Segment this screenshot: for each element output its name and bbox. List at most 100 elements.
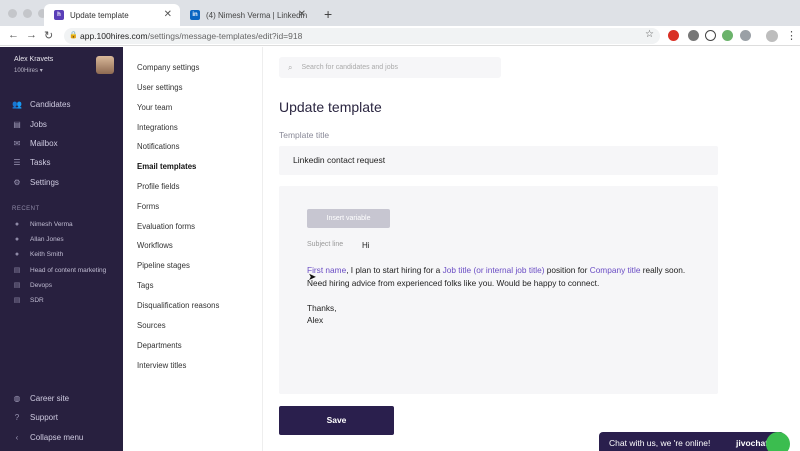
- sidebar-item-candidates[interactable]: 👥 Candidates: [12, 100, 70, 109]
- star-icon[interactable]: ☆: [645, 29, 654, 40]
- variable-company-title[interactable]: Company title: [590, 265, 641, 275]
- recent-item[interactable]: ● Keith Smith: [12, 251, 63, 258]
- recent-item[interactable]: ▤ SDR: [12, 296, 44, 305]
- list-icon: ☰: [13, 158, 21, 167]
- recent-item-label: Nimesh Verma: [30, 221, 73, 228]
- sidebar-item-career-site[interactable]: ◍ Career site: [12, 394, 70, 403]
- menu-item-pipeline-stages[interactable]: Pipeline stages: [137, 261, 190, 270]
- menu-item-email-templates[interactable]: Email templates: [137, 162, 196, 171]
- recent-item[interactable]: ● Allan Jones: [12, 236, 64, 243]
- sidebar-item-label: Support: [30, 413, 59, 422]
- people-icon: 👥: [12, 100, 22, 109]
- search-input[interactable]: ⌕ Search for candidates and jobs: [279, 57, 501, 78]
- recent-item[interactable]: ▤ Head of content marketing: [12, 266, 107, 275]
- sidebar-item-label: Mailbox: [30, 139, 58, 148]
- new-tab-button[interactable]: +: [324, 6, 332, 22]
- close-tab-icon[interactable]: ✕: [298, 9, 306, 20]
- linkedin-icon: in: [190, 10, 200, 20]
- menu-item-profile-fields[interactable]: Profile fields: [137, 182, 179, 191]
- person-icon: ●: [14, 251, 20, 258]
- extension-icon[interactable]: [740, 30, 751, 41]
- sidebar-item-mailbox[interactable]: ✉ Mailbox: [12, 139, 58, 148]
- close-tab-icon[interactable]: ✕: [164, 9, 172, 20]
- tab-linkedin[interactable]: in (4) Nimesh Verma | LinkedIn ✕: [180, 4, 314, 26]
- recent-item-label: Allan Jones: [30, 236, 64, 243]
- browser-tab-bar: h Update template ✕ in (4) Nimesh Verma …: [0, 0, 800, 26]
- save-button[interactable]: Save: [279, 406, 394, 435]
- org-name: 100Hires: [14, 68, 39, 74]
- lock-icon: 🔒: [69, 32, 78, 39]
- recent-item[interactable]: ▤ Devops: [12, 281, 52, 290]
- subject-line-input[interactable]: Hi: [362, 241, 370, 250]
- sidebar-item-label: Settings: [30, 178, 59, 187]
- url-path: /settings/message-templates/edit?id=918: [147, 31, 303, 41]
- sidebar-item-label: Candidates: [30, 100, 71, 109]
- org-switcher[interactable]: 100Hires ▾: [14, 67, 43, 74]
- menu-item-integrations[interactable]: Integrations: [137, 123, 178, 132]
- back-icon[interactable]: ←: [8, 29, 19, 41]
- menu-item-workflows[interactable]: Workflows: [137, 241, 173, 250]
- subject-line-label: Subject line: [307, 241, 344, 248]
- template-title-input[interactable]: Linkedin contact request: [279, 146, 718, 175]
- document-icon: ▤: [13, 297, 21, 304]
- help-icon: ?: [14, 413, 20, 422]
- collapse-menu-button[interactable]: ‹ Collapse menu: [12, 433, 84, 442]
- forward-icon[interactable]: →: [26, 29, 37, 41]
- tab-update-template[interactable]: h Update template ✕: [44, 4, 180, 26]
- menu-item-interview-titles[interactable]: Interview titles: [137, 361, 186, 370]
- template-editor[interactable]: Insert variable Subject line Hi First na…: [279, 186, 718, 394]
- variable-job-title[interactable]: Job title (or internal job title): [443, 265, 545, 275]
- menu-item-disqualification-reasons[interactable]: Disqualification reasons: [137, 301, 219, 310]
- sidebar-item-label: Jobs: [30, 120, 47, 129]
- jivochat-logo: jivochat: [736, 438, 769, 448]
- chevron-left-icon: ‹: [15, 433, 19, 442]
- sign-off: Thanks,: [307, 302, 337, 313]
- chat-launcher-icon[interactable]: [766, 432, 790, 451]
- recent-item[interactable]: ● Nimesh Verma: [12, 221, 73, 228]
- 100hires-icon: h: [54, 10, 64, 20]
- user-name[interactable]: Alex Kravets: [14, 56, 53, 63]
- sidebar-item-settings[interactable]: ⚙ Settings: [12, 178, 59, 187]
- extension-icon[interactable]: [688, 30, 699, 41]
- menu-item-your-team[interactable]: Your team: [137, 103, 172, 112]
- settings-menu: Company settings User settings Your team…: [123, 47, 263, 451]
- gear-icon: ⚙: [13, 178, 21, 187]
- template-title-label: Template title: [279, 130, 330, 140]
- menu-item-tags[interactable]: Tags: [137, 281, 153, 290]
- chat-widget[interactable]: Chat with us, we 're online! jivochat: [599, 432, 784, 451]
- mouse-cursor-icon: ➤: [308, 272, 317, 283]
- extension-icon[interactable]: [722, 30, 733, 41]
- person-icon: ●: [14, 236, 20, 243]
- sidebar-item-tasks[interactable]: ☰ Tasks: [12, 158, 50, 167]
- url-field[interactable]: 🔒 app.100hires.com/settings/message-temp…: [64, 28, 660, 44]
- menu-dots-icon[interactable]: ⋮: [786, 29, 797, 42]
- sidebar-item-support[interactable]: ? Support: [12, 413, 58, 422]
- address-bar: ← → ↻ 🔒 app.100hires.com/settings/messag…: [0, 26, 800, 46]
- recent-item-label: Keith Smith: [30, 251, 64, 258]
- menu-item-sources[interactable]: Sources: [137, 321, 166, 330]
- search-icon: ⌕: [288, 62, 293, 72]
- extension-icon[interactable]: [705, 30, 716, 41]
- menu-item-departments[interactable]: Departments: [137, 341, 182, 350]
- app-sidebar: Alex Kravets 100Hires ▾ 👥 Candidates ▤ Job…: [0, 47, 123, 451]
- body-text-segment: position for: [544, 265, 590, 275]
- menu-item-company-settings[interactable]: Company settings: [137, 63, 199, 72]
- menu-item-notifications[interactable]: Notifications: [137, 142, 179, 151]
- url-host: app.100hires.com: [80, 31, 148, 41]
- menu-item-forms[interactable]: Forms: [137, 202, 159, 211]
- body-text-segment: , I plan to start hiring for a: [346, 265, 443, 275]
- sidebar-item-jobs[interactable]: ▤ Jobs: [12, 120, 47, 129]
- page-title: Update template: [279, 99, 382, 115]
- reload-icon[interactable]: ↻: [44, 29, 53, 42]
- menu-item-user-settings[interactable]: User settings: [137, 83, 183, 92]
- mail-icon: ✉: [13, 139, 21, 148]
- message-body[interactable]: First name, I plan to start hiring for a…: [307, 264, 697, 327]
- extension-icon[interactable]: [668, 30, 679, 41]
- avatar[interactable]: [96, 56, 114, 74]
- sidebar-item-label: Collapse menu: [30, 433, 84, 442]
- profile-icon[interactable]: [766, 30, 778, 42]
- insert-variable-button[interactable]: Insert variable: [307, 209, 390, 228]
- window-controls[interactable]: [8, 9, 47, 18]
- sidebar-item-label: Career site: [30, 394, 70, 403]
- menu-item-evaluation-forms[interactable]: Evaluation forms: [137, 222, 195, 231]
